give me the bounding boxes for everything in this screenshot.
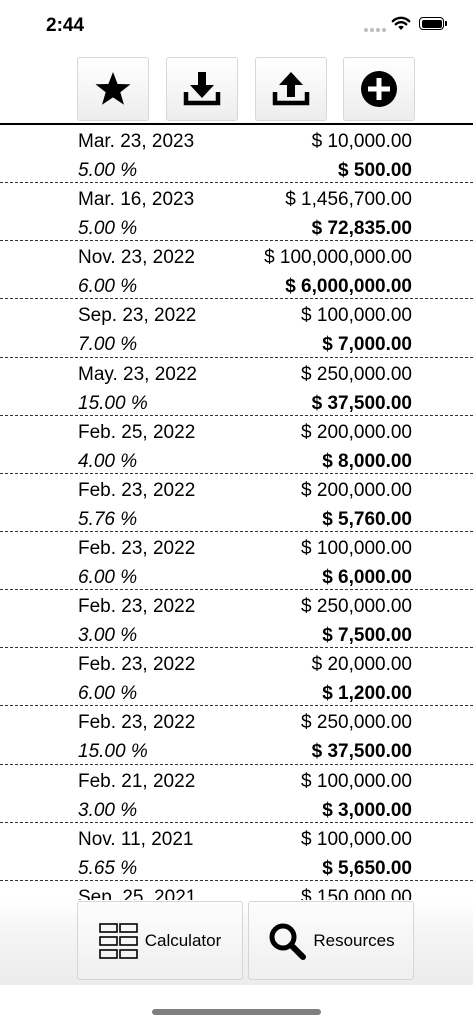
entry-rate: 5.76 % bbox=[78, 508, 138, 530]
entry-row[interactable]: Sep. 25, 2021 $ 150,000.00 bbox=[0, 881, 473, 900]
entry-amount: $ 100,000.00 bbox=[301, 537, 412, 559]
entry-row[interactable]: Nov. 23, 2022 $ 100,000,000.00 6.00 % $ 6,0… bbox=[0, 241, 473, 300]
entry-interest: $ 5,650.00 bbox=[322, 857, 412, 879]
entry-interest: $ 72,835.00 bbox=[311, 218, 412, 240]
entry-interest: $ 6,000,000.00 bbox=[285, 276, 412, 298]
entry-interest: $ 5,760.00 bbox=[322, 508, 412, 530]
entry-row[interactable]: May. 23, 2022 $ 250,000.00 15.00 % $ 37,500… bbox=[0, 358, 473, 416]
entry-interest: $ 3,000.00 bbox=[322, 799, 412, 821]
star-icon bbox=[95, 72, 131, 105]
add-entry-button[interactable] bbox=[343, 57, 415, 121]
entry-date: Feb. 23, 2022 bbox=[78, 479, 196, 501]
entry-interest: $ 7,500.00 bbox=[322, 625, 412, 647]
entry-rate: 5.65 % bbox=[78, 857, 138, 879]
entry-amount: $ 10,000.00 bbox=[311, 131, 412, 152]
export-button[interactable] bbox=[255, 57, 327, 121]
entry-date: Feb. 23, 2022 bbox=[78, 654, 196, 676]
entry-date: Feb. 23, 2022 bbox=[78, 712, 196, 734]
entry-interest: $ 8,000.00 bbox=[322, 450, 412, 472]
search-icon bbox=[269, 923, 307, 960]
resources-label: Resources bbox=[313, 930, 395, 950]
entry-amount: $ 250,000.00 bbox=[301, 712, 412, 734]
entry-amount: $ 1,456,700.00 bbox=[285, 189, 412, 211]
entry-rate: 15.00 % bbox=[78, 392, 148, 414]
entry-row[interactable]: Nov. 11, 2021 $ 100,000.00 5.65 % $ 5,650.0… bbox=[0, 823, 473, 881]
entry-row[interactable]: Feb. 23, 2022 $ 100,000.00 6.00 % $ 6,000.0… bbox=[0, 532, 473, 591]
entry-date: Feb. 21, 2022 bbox=[78, 770, 196, 792]
status-time: 2:44 bbox=[46, 15, 85, 36]
entry-amount: $ 250,000.00 bbox=[301, 363, 412, 385]
entry-row[interactable]: Feb. 23, 2022 $ 20,000.00 6.00 % $ 1,200.00 bbox=[0, 648, 473, 707]
entry-rate: 5.00 % bbox=[78, 160, 138, 181]
entry-amount: $ 250,000.00 bbox=[301, 596, 412, 618]
entry-amount: $ 150,000.00 bbox=[301, 886, 412, 900]
entry-row[interactable]: Mar. 16, 2023 $ 1,456,700.00 5.00 % $ 72,83… bbox=[0, 183, 473, 242]
entry-interest: $ 37,500.00 bbox=[311, 392, 412, 414]
entry-row[interactable]: Feb. 25, 2022 $ 200,000.00 4.00 % $ 8,000.0… bbox=[0, 416, 473, 474]
entry-list[interactable]: Mar. 23, 2023 $ 10,000.00 5.00 % $ 500.00 Ma… bbox=[0, 125, 473, 900]
entry-rate: 3.00 % bbox=[78, 625, 138, 647]
entry-date: Sep. 23, 2022 bbox=[78, 305, 197, 327]
entry-rate: 5.00 % bbox=[78, 218, 138, 240]
entry-date: Feb. 25, 2022 bbox=[78, 421, 196, 443]
entry-amount: $ 200,000.00 bbox=[301, 479, 412, 501]
entry-rate: 6.00 % bbox=[78, 683, 138, 705]
entry-interest: $ 7,000.00 bbox=[322, 334, 412, 356]
entry-rate: 15.00 % bbox=[78, 741, 148, 763]
bottom-bar: Calculator Resources bbox=[0, 900, 473, 985]
entry-amount: $ 100,000.00 bbox=[301, 828, 412, 850]
entry-rate: 4.00 % bbox=[78, 450, 138, 472]
entry-row[interactable]: Sep. 23, 2022 $ 100,000.00 7.00 % $ 7,000.0… bbox=[0, 299, 473, 358]
entry-rate: 6.00 % bbox=[78, 566, 138, 588]
entry-date: Mar. 23, 2023 bbox=[78, 131, 195, 152]
entry-date: Mar. 16, 2023 bbox=[78, 189, 195, 211]
import-button[interactable] bbox=[166, 57, 238, 121]
entry-amount: $ 100,000.00 bbox=[301, 770, 412, 792]
entry-amount: $ 100,000,000.00 bbox=[264, 247, 412, 269]
cellular-signal-icon bbox=[364, 28, 386, 32]
wifi-icon bbox=[391, 16, 411, 30]
favorites-button[interactable] bbox=[77, 57, 149, 121]
entry-date: May. 23, 2022 bbox=[78, 363, 198, 385]
entry-date: Nov. 23, 2022 bbox=[78, 247, 195, 269]
home-indicator[interactable] bbox=[152, 1009, 321, 1015]
entry-rate: 7.00 % bbox=[78, 334, 138, 356]
entry-rate: 6.00 % bbox=[78, 276, 138, 298]
entry-amount: $ 20,000.00 bbox=[311, 654, 412, 676]
entry-row[interactable]: Feb. 23, 2022 $ 250,000.00 3.00 % $ 7,500.0… bbox=[0, 590, 473, 649]
upload-icon bbox=[272, 72, 310, 106]
battery-icon bbox=[419, 17, 447, 30]
entry-interest: $ 37,500.00 bbox=[311, 741, 412, 763]
calculator-label: Calculator bbox=[144, 930, 222, 950]
entry-row[interactable]: Feb. 21, 2022 $ 100,000.00 3.00 % $ 3,000.0… bbox=[0, 765, 473, 823]
entry-rate: 3.00 % bbox=[78, 799, 138, 821]
entry-date: Sep. 25, 2021 bbox=[78, 886, 197, 900]
resources-button[interactable]: Resources bbox=[248, 901, 414, 980]
calculator-button[interactable]: Calculator bbox=[77, 901, 243, 980]
entry-amount: $ 100,000.00 bbox=[301, 305, 412, 327]
entry-row[interactable]: Feb. 23, 2022 $ 200,000.00 5.76 % $ 5,760.0… bbox=[0, 474, 473, 532]
entry-interest: $ 1,200.00 bbox=[322, 683, 412, 705]
entry-date: Feb. 23, 2022 bbox=[78, 537, 196, 559]
entry-interest: $ 6,000.00 bbox=[322, 566, 412, 588]
entry-date: Nov. 11, 2021 bbox=[78, 828, 194, 850]
entry-date: Feb. 23, 2022 bbox=[78, 596, 196, 618]
add-circle-icon bbox=[361, 71, 397, 107]
status-bar: 2:44 bbox=[0, 0, 473, 52]
download-icon bbox=[183, 72, 221, 106]
entry-row[interactable]: Mar. 23, 2023 $ 10,000.00 5.00 % $ 500.00 bbox=[0, 125, 473, 184]
entry-amount: $ 200,000.00 bbox=[301, 421, 412, 443]
entry-interest: $ 500.00 bbox=[338, 160, 412, 181]
grid-icon bbox=[98, 922, 138, 959]
entry-row[interactable]: Feb. 23, 2022 $ 250,000.00 15.00 % $ 37,500… bbox=[0, 706, 473, 765]
toolbar bbox=[77, 57, 415, 121]
